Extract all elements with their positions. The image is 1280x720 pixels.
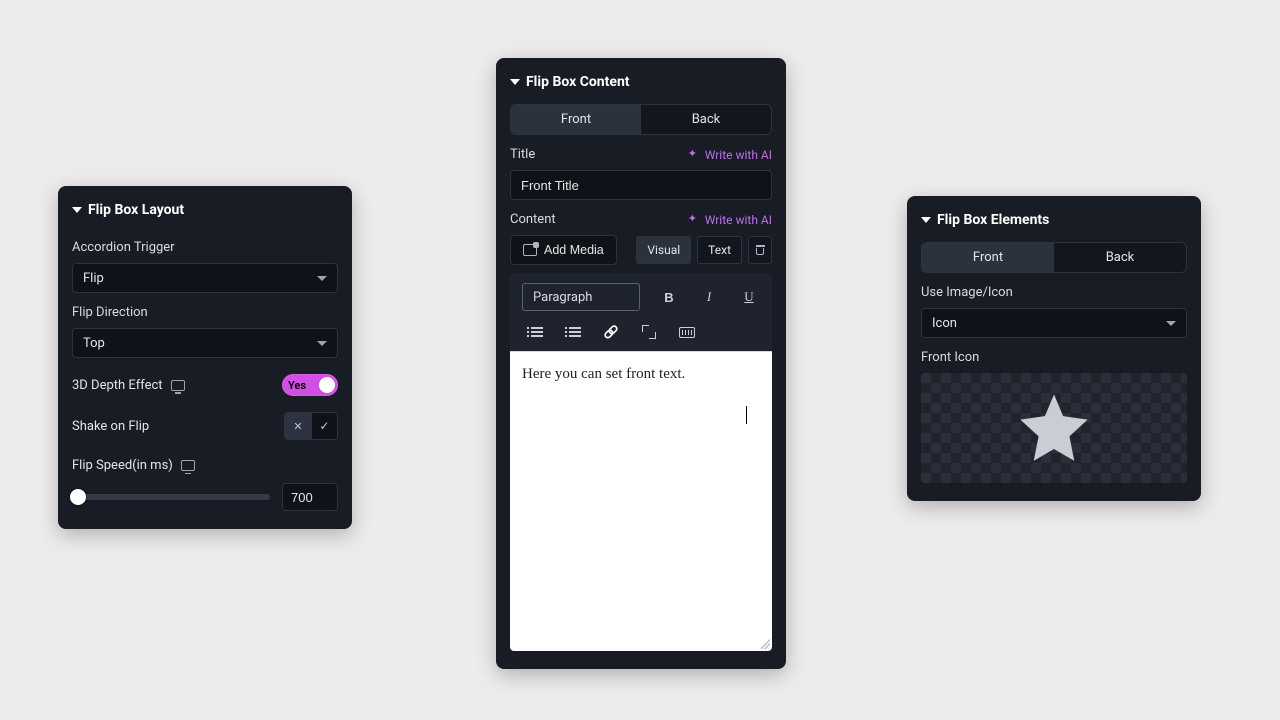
- chevron-down-icon: [317, 341, 327, 346]
- use-image-icon-select[interactable]: Icon: [921, 308, 1187, 338]
- fullscreen-button[interactable]: [638, 321, 660, 343]
- editor-clear-button[interactable]: [748, 236, 772, 264]
- flip-speed-label: Flip Speed(in ms): [72, 458, 173, 473]
- flip-direction-select[interactable]: Top: [72, 328, 338, 358]
- flip-speed-slider[interactable]: [72, 494, 270, 500]
- use-image-icon-value: Icon: [932, 316, 957, 331]
- panel-title: Flip Box Elements: [937, 212, 1049, 228]
- add-media-button[interactable]: Add Media: [510, 235, 617, 265]
- shake-on-flip-label: Shake on Flip: [72, 419, 149, 434]
- editor-mode-visual[interactable]: Visual: [636, 236, 691, 264]
- numbered-list-icon: [565, 326, 581, 338]
- tab-back[interactable]: Back: [641, 105, 771, 134]
- flip-direction-label: Flip Direction: [72, 305, 338, 320]
- content-field-label: Content: [510, 212, 556, 227]
- title-field-label: Title: [510, 147, 535, 162]
- responsive-icon[interactable]: [171, 380, 185, 391]
- caret-down-icon: [510, 79, 520, 85]
- media-icon: [523, 244, 537, 256]
- trash-icon: [756, 245, 765, 255]
- accordion-trigger-value: Flip: [83, 271, 104, 286]
- slider-thumb[interactable]: [70, 489, 86, 505]
- flip-box-elements-panel: Flip Box Elements Front Back Use Image/I…: [907, 196, 1201, 501]
- accordion-trigger-label: Accordion Trigger: [72, 240, 338, 255]
- shake-on-button[interactable]: [311, 413, 337, 439]
- sparkle-icon: [688, 214, 700, 226]
- tab-front[interactable]: Front: [922, 243, 1054, 272]
- title-input[interactable]: [510, 170, 772, 200]
- chevron-down-icon: [317, 276, 327, 281]
- chevron-down-icon: [1166, 321, 1176, 326]
- resize-handle[interactable]: [760, 639, 770, 649]
- front-back-tabs: Front Back: [510, 104, 772, 135]
- bold-button[interactable]: B: [658, 286, 680, 308]
- write-with-ai-link[interactable]: Write with AI: [688, 148, 772, 162]
- panel-title: Flip Box Layout: [88, 202, 184, 218]
- use-image-icon-label: Use Image/Icon: [921, 285, 1187, 300]
- depth-effect-toggle[interactable]: Yes: [282, 374, 338, 396]
- panel-title: Flip Box Content: [526, 74, 630, 90]
- sparkle-icon: [688, 149, 700, 161]
- underline-button[interactable]: U: [738, 286, 760, 308]
- ordered-list-button[interactable]: [562, 321, 584, 343]
- toggle-knob: [319, 377, 335, 393]
- write-with-ai-link[interactable]: Write with AI: [688, 213, 772, 227]
- caret-down-icon: [921, 217, 931, 223]
- front-icon-label: Front Icon: [921, 350, 1187, 365]
- panel-header-elements[interactable]: Flip Box Elements: [921, 206, 1187, 238]
- editor-mode-text[interactable]: Text: [697, 236, 742, 264]
- italic-button[interactable]: I: [698, 286, 720, 308]
- accordion-trigger-select[interactable]: Flip: [72, 263, 338, 293]
- front-icon-picker[interactable]: [921, 373, 1187, 483]
- star-icon: [1019, 393, 1089, 463]
- bullet-list-icon: [527, 326, 543, 338]
- tab-back[interactable]: Back: [1054, 243, 1186, 272]
- flip-box-layout-panel: Flip Box Layout Accordion Trigger Flip F…: [58, 186, 352, 529]
- x-icon: [293, 419, 302, 434]
- panel-header-content[interactable]: Flip Box Content: [510, 68, 772, 100]
- paragraph-format-select[interactable]: Paragraph: [522, 283, 640, 311]
- caret-down-icon: [72, 207, 82, 213]
- text-caret-icon: [746, 406, 747, 424]
- keyboard-shortcuts-button[interactable]: [676, 321, 698, 343]
- editor-toolbar: Paragraph B I U: [510, 273, 772, 351]
- tab-front[interactable]: Front: [511, 105, 641, 134]
- editor-content-text: Here you can set front text.: [522, 366, 685, 382]
- flip-speed-input[interactable]: [282, 483, 338, 511]
- depth-effect-label: 3D Depth Effect: [72, 378, 163, 393]
- unordered-list-button[interactable]: [524, 321, 546, 343]
- flip-box-content-panel: Flip Box Content Front Back Title Write …: [496, 58, 786, 669]
- toggle-on-label: Yes: [288, 379, 306, 392]
- front-back-tabs: Front Back: [921, 242, 1187, 273]
- keyboard-icon: [679, 327, 695, 338]
- responsive-icon[interactable]: [181, 460, 195, 471]
- insert-link-button[interactable]: [600, 321, 622, 343]
- shake-on-flip-control: [284, 412, 338, 440]
- expand-icon: [642, 325, 656, 339]
- editor-canvas[interactable]: Here you can set front text.: [510, 351, 772, 651]
- link-icon: [604, 324, 619, 340]
- shake-off-button[interactable]: [285, 413, 311, 439]
- check-icon: [319, 419, 329, 434]
- panel-header-layout[interactable]: Flip Box Layout: [72, 196, 338, 228]
- flip-direction-value: Top: [83, 336, 105, 351]
